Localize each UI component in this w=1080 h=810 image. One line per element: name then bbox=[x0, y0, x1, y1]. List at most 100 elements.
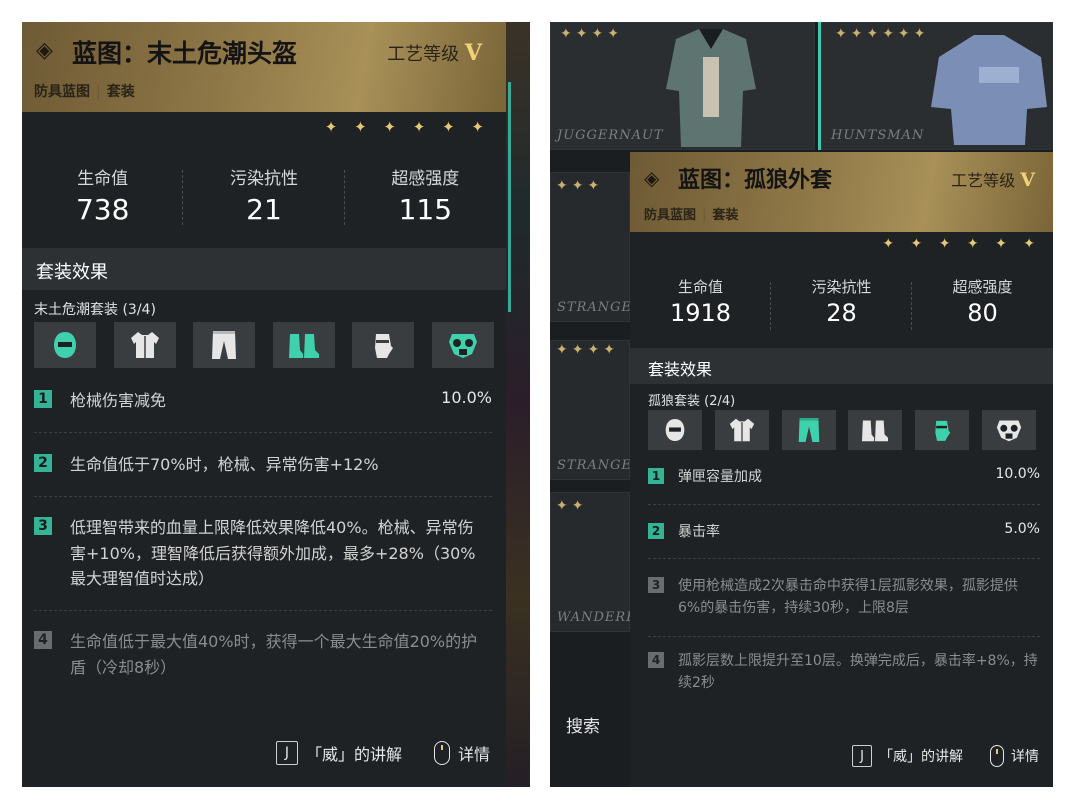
tile-stars: ✦✦✦✦✦✦ bbox=[835, 26, 930, 42]
effect-text: 暴击率 bbox=[678, 524, 720, 540]
vest-icon[interactable] bbox=[714, 410, 769, 450]
effect-text: 使用枪械造成2次暴击命中获得1层孤影效果，孤影提供6%的暴击伤害，持续30秒，上… bbox=[678, 578, 1018, 617]
stat-value: 80 bbox=[967, 299, 998, 327]
tile-stars: ✦✦✦ bbox=[556, 178, 604, 194]
gloves-icon[interactable] bbox=[352, 322, 415, 368]
set-effect-1: 1 弹匣容量加成 10.0% bbox=[648, 466, 1040, 492]
set-effect-header: 套装效果 bbox=[22, 248, 506, 290]
stat-label: 生命值 bbox=[677, 278, 723, 296]
inventory-tile[interactable]: STRANGER bbox=[550, 172, 642, 322]
search-button[interactable]: 搜索 bbox=[566, 712, 600, 737]
set-effect-4: 4 孤影层数上限提升至10层。换弹完成后，暴击率+8%，持续2秒 bbox=[648, 650, 1040, 700]
helmet-icon[interactable] bbox=[648, 410, 702, 450]
helmet-icon[interactable] bbox=[34, 322, 96, 368]
divider bbox=[34, 432, 492, 433]
stat-label: 生命值 bbox=[77, 169, 129, 189]
item-category: 防具蓝图 | 套装 bbox=[644, 208, 739, 223]
explanation-link[interactable]: 「威」的讲解 bbox=[879, 746, 963, 766]
details-link[interactable]: 详情 bbox=[1011, 746, 1039, 766]
craft-level: 工艺等级 V bbox=[951, 167, 1035, 191]
tile-stars: ✦✦ bbox=[556, 498, 588, 514]
craft-level-value: V bbox=[1020, 169, 1035, 191]
subcategory-label: 套装 bbox=[712, 208, 739, 223]
tooltip-footer: J 「威」的讲解 详情 bbox=[275, 741, 490, 765]
selection-edge bbox=[818, 22, 821, 150]
shirt-icon bbox=[931, 35, 1047, 145]
effect-value: 10.0% bbox=[995, 466, 1040, 482]
mask-icon[interactable] bbox=[431, 322, 494, 368]
stats-row: 生命值 1918 污染抗性 28 超感强度 80 bbox=[630, 276, 1053, 330]
jacket-icon bbox=[666, 29, 756, 147]
key-j-hint[interactable]: J bbox=[275, 741, 298, 765]
pants-icon[interactable] bbox=[193, 322, 256, 368]
gloves-icon[interactable] bbox=[915, 410, 970, 450]
stat-health: 生命值 1918 bbox=[630, 276, 771, 330]
effect-text: 枪械伤害减免 bbox=[70, 391, 167, 410]
stat-label: 污染抗性 bbox=[229, 169, 298, 189]
effect-number: 3 bbox=[648, 577, 664, 593]
effect-value: 5.0% bbox=[1004, 521, 1040, 537]
set-name: 末土危潮套装 (3/4) bbox=[34, 302, 156, 318]
craft-label: 工艺等级 bbox=[951, 171, 1016, 190]
stat-pollution-resist: 污染抗性 21 bbox=[183, 164, 345, 226]
key-j-hint[interactable]: J bbox=[852, 745, 872, 767]
effect-text: 低理智带来的血量上限降低效果降低40%。枪械、异常伤害+10%，理智降低后获得额… bbox=[70, 518, 476, 589]
craft-label: 工艺等级 bbox=[387, 44, 460, 65]
set-effect-2: 2 暴击率 5.0% bbox=[648, 521, 1040, 547]
item-category: 防具蓝图 | 套装 bbox=[34, 84, 135, 100]
set-name: 孤狼套装 (2/4) bbox=[648, 394, 736, 409]
divider bbox=[34, 496, 492, 497]
effect-number: 2 bbox=[34, 454, 52, 472]
right-screenshot: JUGGERNAUT HUNTSMAN ✦✦✦✦ ✦✦✦✦✦✦ STRANGER… bbox=[550, 22, 1053, 787]
blueprint-tooltip-right: ◈ 蓝图：孤狼外套 工艺等级 V 防具蓝图 | 套装 ✦ ✦ ✦ ✦ ✦ ✦ 生命值… bbox=[630, 152, 1053, 787]
mouse-icon bbox=[433, 741, 450, 765]
boots-icon[interactable] bbox=[848, 410, 903, 450]
stats-row: 生命值 738 污染抗性 21 超感强度 115 bbox=[22, 164, 506, 226]
set-effect-4: 4 生命值低于最大值40%时，获得一个最大生命值20%的护盾（冷却8秒） bbox=[34, 629, 492, 689]
stat-psi-intensity: 超感强度 115 bbox=[345, 164, 506, 226]
stat-value: 21 bbox=[246, 193, 282, 226]
divider bbox=[648, 504, 1040, 505]
boots-icon[interactable] bbox=[272, 322, 335, 368]
rarity-stars: ✦ ✦ ✦ ✦ ✦ ✦ bbox=[324, 118, 490, 136]
stat-value: 28 bbox=[826, 299, 857, 327]
stat-label: 污染抗性 bbox=[811, 278, 872, 296]
stat-value: 1918 bbox=[669, 299, 732, 327]
stat-label: 超感强度 bbox=[952, 278, 1013, 296]
divider bbox=[648, 558, 1040, 559]
details-link[interactable]: 详情 bbox=[458, 741, 490, 765]
stat-label: 超感强度 bbox=[391, 169, 460, 189]
category-label: 防具蓝图 bbox=[34, 84, 90, 100]
tooltip-header: ◈ 蓝图：孤狼外套 工艺等级 V 防具蓝图 | 套装 bbox=[630, 152, 1053, 232]
stat-health: 生命值 738 bbox=[22, 164, 184, 226]
blueprint-icon: ◈ bbox=[644, 166, 660, 190]
effect-text: 生命值低于70%时，枪械、异常伤害+12% bbox=[70, 455, 379, 474]
set-effect-header: 套装效果 bbox=[630, 348, 1053, 384]
tile-stars: ✦✦✦✦ bbox=[556, 342, 619, 358]
category-label: 防具蓝图 bbox=[644, 208, 697, 223]
pants-icon[interactable] bbox=[781, 410, 836, 450]
craft-level: 工艺等级 V bbox=[387, 40, 482, 66]
item-title: 蓝图：末土危潮头盔 bbox=[72, 39, 298, 68]
set-effect-2: 2 生命值低于70%时，枪械、异常伤害+12% bbox=[34, 452, 492, 482]
effect-value: 10.0% bbox=[441, 388, 492, 407]
tooltip-footer: J 「威」的讲解 详情 bbox=[852, 745, 1039, 767]
subcategory-label: 套装 bbox=[106, 84, 135, 100]
stat-value: 738 bbox=[75, 193, 130, 226]
set-pieces bbox=[648, 410, 1036, 450]
blueprint-icon: ◈ bbox=[36, 38, 53, 63]
divider bbox=[648, 636, 1040, 637]
mask-icon[interactable] bbox=[981, 410, 1036, 450]
effect-number: 4 bbox=[648, 652, 664, 668]
item-title: 蓝图：孤狼外套 bbox=[678, 168, 833, 193]
explanation-link[interactable]: 「威」的讲解 bbox=[306, 741, 402, 765]
effect-text: 孤影层数上限提升至10层。换弹完成后，暴击率+8%，持续2秒 bbox=[678, 653, 1038, 692]
inventory-tile[interactable]: STRANGER bbox=[550, 340, 642, 480]
rarity-stars: ✦ ✦ ✦ ✦ ✦ ✦ bbox=[882, 236, 1041, 252]
set-effect-3: 3 使用枪械造成2次暴击命中获得1层孤影效果，孤影提供6%的暴击伤害，持续30秒… bbox=[648, 575, 1040, 625]
effect-text: 弹匣容量加成 bbox=[678, 469, 762, 485]
vest-icon[interactable] bbox=[113, 322, 176, 368]
effect-number: 2 bbox=[648, 523, 664, 539]
effect-number: 1 bbox=[34, 390, 52, 408]
divider bbox=[34, 610, 492, 611]
